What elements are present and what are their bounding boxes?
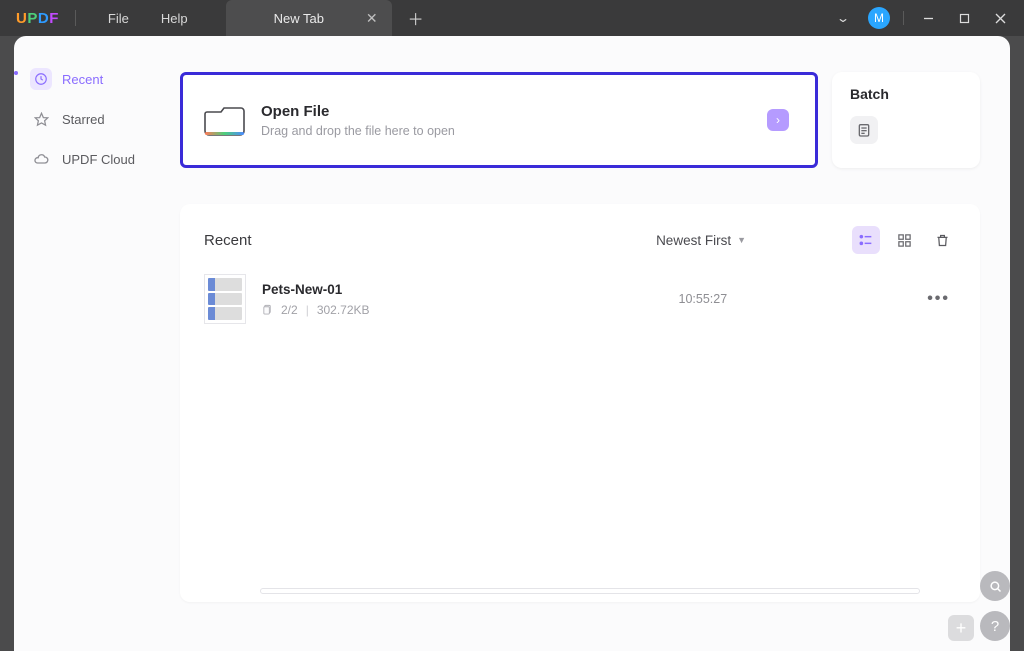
delete-button[interactable] xyxy=(928,226,956,254)
cloud-icon xyxy=(30,148,52,170)
chevron-right-icon[interactable]: › xyxy=(767,109,789,131)
app-logo: UPDF xyxy=(16,10,59,27)
sidebar-item-label: Recent xyxy=(62,72,103,87)
window-close-button[interactable] xyxy=(982,0,1018,36)
titlebar: UPDF File Help New Tab ✕ ＋ ⌄ M xyxy=(0,0,1024,36)
recent-heading: Recent xyxy=(204,232,252,249)
add-tab-button[interactable]: ＋ xyxy=(408,6,424,30)
batch-label: Batch xyxy=(850,86,962,102)
chevron-down-icon[interactable]: ⌄ xyxy=(825,0,861,36)
main-content: Open File Drag and drop the file here to… xyxy=(144,36,1010,651)
list-view-button[interactable] xyxy=(852,226,880,254)
file-meta: 2/2 | 302.72KB xyxy=(262,303,370,317)
window-maximize-button[interactable] xyxy=(946,0,982,36)
avatar[interactable]: M xyxy=(861,0,897,36)
sidebar-item-starred[interactable]: Starred xyxy=(14,104,144,134)
file-name: Pets-New-01 xyxy=(262,282,370,297)
separator xyxy=(75,10,76,26)
batch-icon xyxy=(850,116,878,144)
batch-card[interactable]: Batch xyxy=(832,72,980,168)
open-file-card[interactable]: Open File Drag and drop the file here to… xyxy=(180,72,818,168)
recent-panel: Recent Newest First ▼ xyxy=(180,204,980,602)
close-icon[interactable]: ✕ xyxy=(366,10,378,27)
sidebar-item-label: Starred xyxy=(62,112,105,127)
scrollbar[interactable] xyxy=(260,588,920,594)
sort-dropdown[interactable]: Newest First ▼ xyxy=(656,233,746,248)
sidebar: Recent Starred UPDF Cloud xyxy=(14,36,144,651)
open-file-title: Open File xyxy=(261,103,455,120)
menu-help[interactable]: Help xyxy=(145,11,204,26)
active-indicator xyxy=(14,71,18,75)
menu-file[interactable]: File xyxy=(92,11,145,26)
tab-new[interactable]: New Tab ✕ xyxy=(226,0,392,36)
caret-down-icon: ▼ xyxy=(737,235,746,245)
tab-label: New Tab xyxy=(274,11,324,26)
grid-view-button[interactable] xyxy=(890,226,918,254)
help-fab[interactable]: ? xyxy=(980,611,1010,641)
search-fab[interactable] xyxy=(980,571,1010,601)
window-minimize-button[interactable] xyxy=(910,0,946,36)
file-row[interactable]: Pets-New-01 2/2 | 302.72KB 10:55:27 ••• xyxy=(204,274,956,324)
sidebar-item-cloud[interactable]: UPDF Cloud xyxy=(14,144,144,174)
open-file-subtitle: Drag and drop the file here to open xyxy=(261,124,455,138)
workspace: Recent Starred UPDF Cloud xyxy=(0,36,1024,651)
file-time: 10:55:27 xyxy=(679,292,728,306)
clock-icon xyxy=(30,68,52,90)
separator xyxy=(903,11,904,25)
pages-icon xyxy=(262,304,273,315)
star-icon xyxy=(30,108,52,130)
file-thumbnail xyxy=(204,274,246,324)
more-icon[interactable]: ••• xyxy=(927,290,950,308)
add-button[interactable]: + xyxy=(948,615,974,641)
folder-icon xyxy=(203,100,247,140)
sidebar-item-recent[interactable]: Recent xyxy=(14,64,144,94)
sidebar-item-label: UPDF Cloud xyxy=(62,152,135,167)
